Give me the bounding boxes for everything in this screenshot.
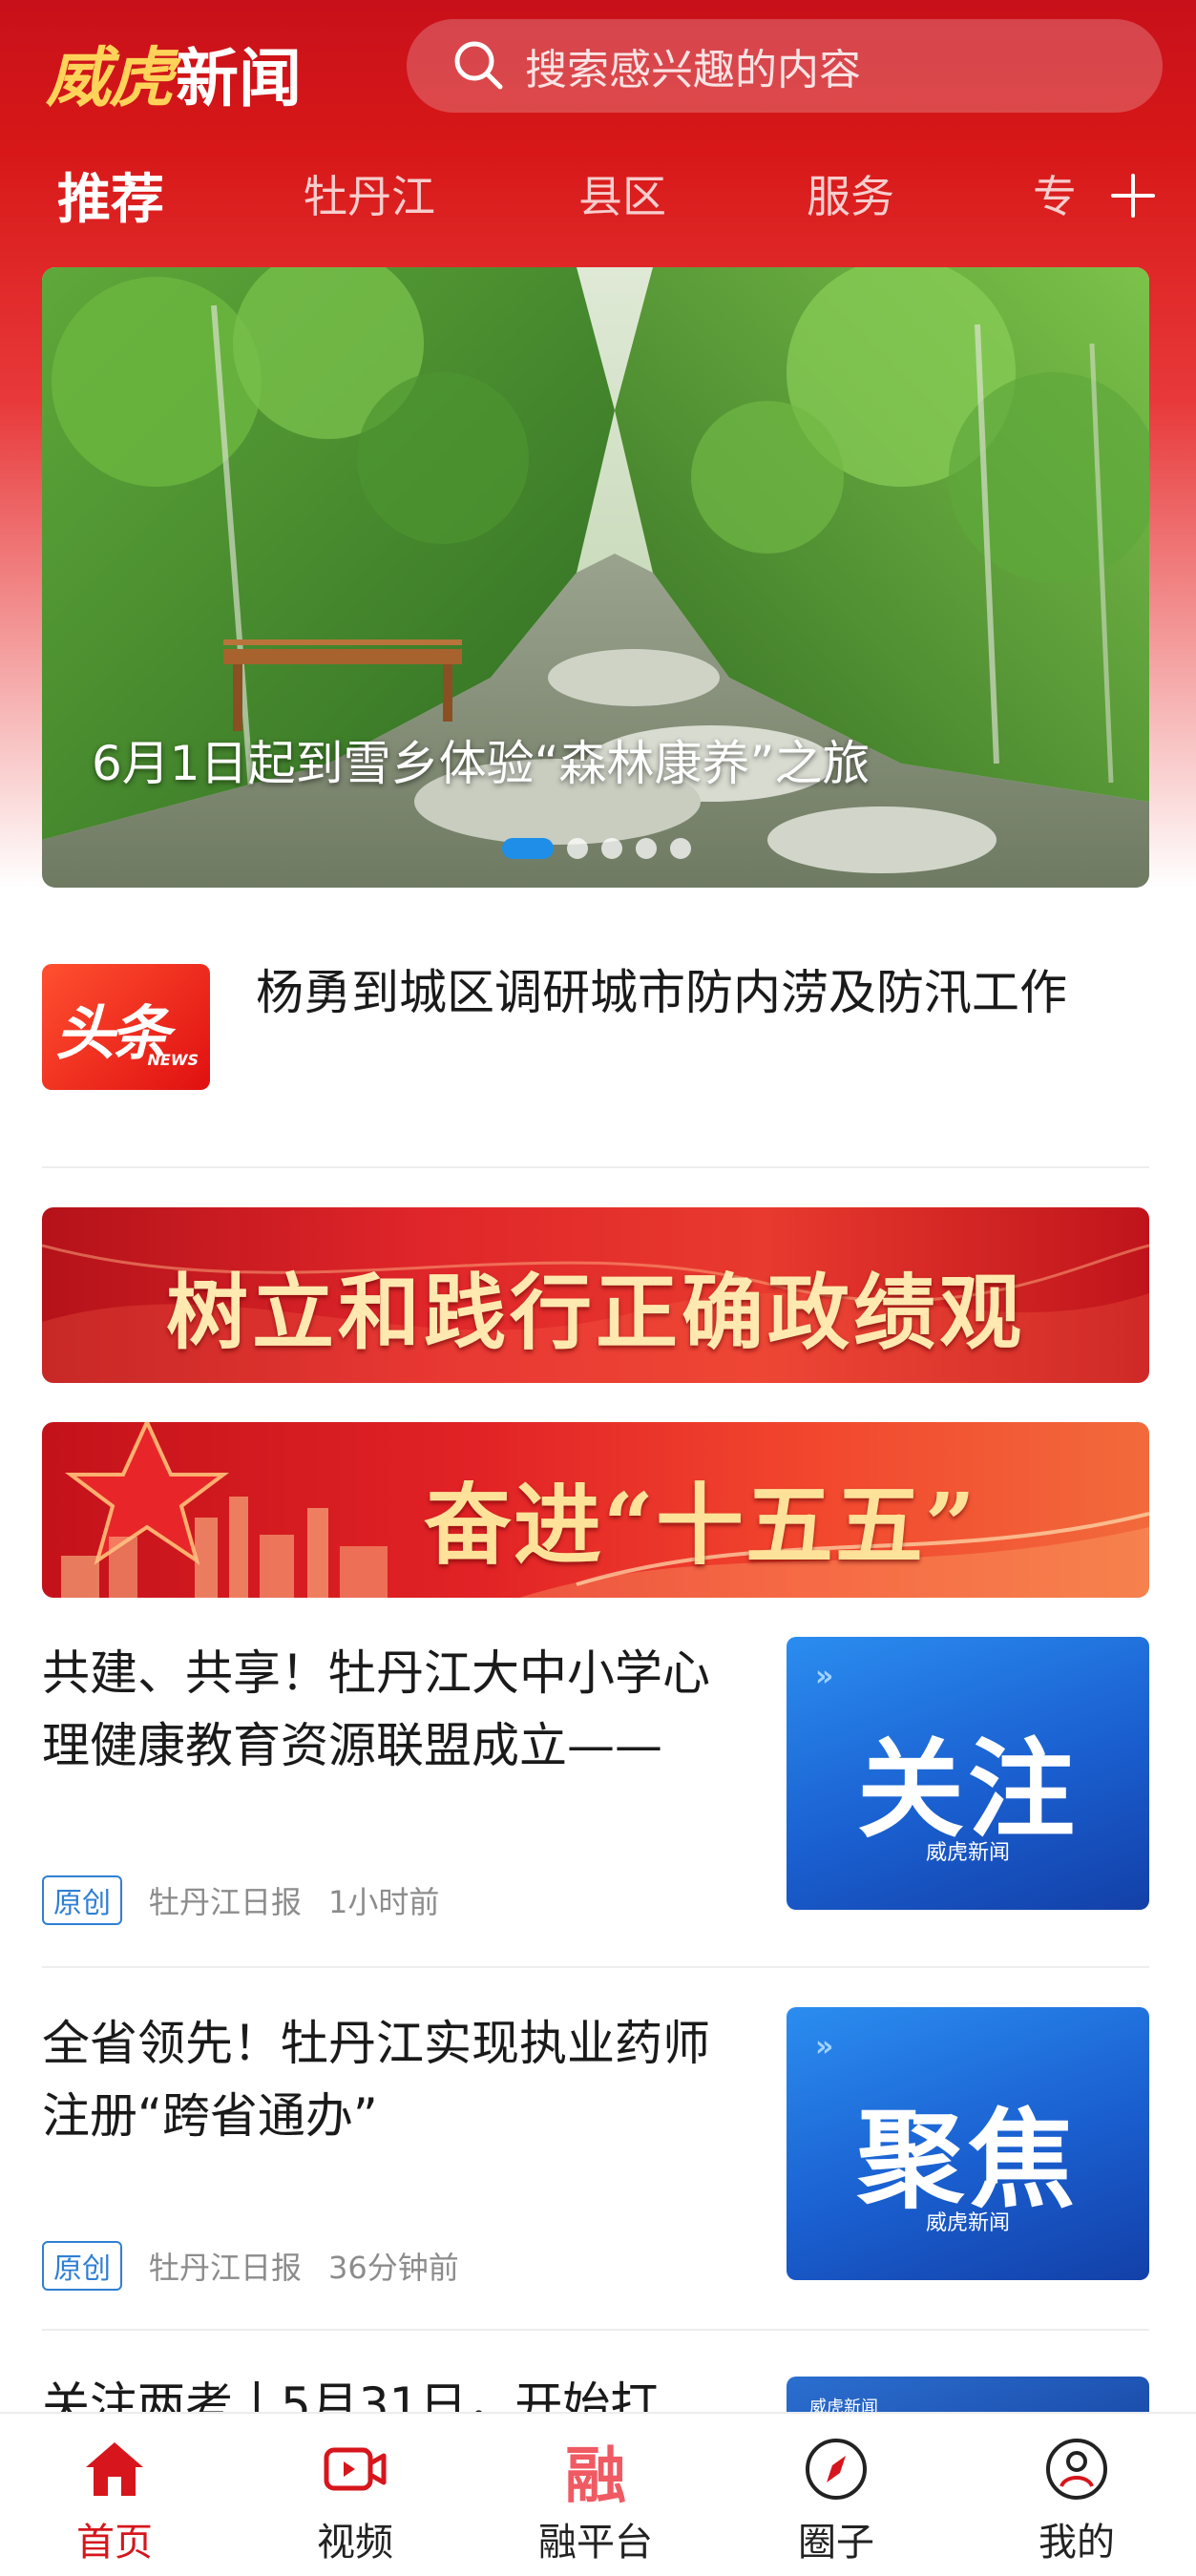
search-placeholder: 搜索感兴趣的内容 — [525, 46, 861, 94]
tab-recommend[interactable]: 推荐 — [57, 157, 164, 234]
news-source: 牡丹江日报 — [149, 2250, 303, 2286]
tab-special[interactable]: 专 — [1033, 162, 1077, 225]
headline-title: 杨勇到城区调研城市防内涝及防汛工作 — [256, 965, 1067, 1020]
banner2-text: 奋进“十五五” — [424, 1474, 977, 1577]
home-icon — [86, 2442, 143, 2496]
carousel-dot[interactable] — [636, 838, 657, 859]
thumbnail-brand: 威虎新闻 — [925, 2211, 1010, 2235]
nav-home-label: 首页 — [76, 2521, 153, 2565]
app-logo: 威虎 新闻 — [46, 25, 302, 116]
nav-profile[interactable]: 我的 — [981, 2414, 1172, 2576]
news-title: 共建、共享！牡丹江大中小学心理健康教育资源联盟成立—— — [42, 1645, 710, 1773]
profile-icon — [1046, 2439, 1107, 2500]
news-time: 1小时前 — [328, 1884, 440, 1920]
news-thumbnail: » 关注 威虎新闻 — [787, 1637, 1149, 1910]
carousel-dot-active[interactable] — [502, 838, 554, 859]
hero-forest-image — [42, 267, 1149, 888]
compass-icon — [806, 2439, 867, 2500]
news-thumbnail: » 聚焦 威虎新闻 — [787, 2007, 1149, 2280]
nav-rong-platform[interactable]: 融 融平台 — [500, 2414, 691, 2576]
hero-carousel[interactable]: 6月1日起到雪乡体验“森林康养”之旅 — [42, 267, 1149, 888]
divider — [42, 1966, 1149, 1968]
headline-logo-sub: NEWS — [147, 1051, 199, 1069]
nav-video[interactable]: 视频 — [260, 2414, 451, 2576]
banner1-text: 树立和践行正确政绩观 — [166, 1265, 1025, 1361]
carousel-indicator — [502, 838, 691, 859]
divider — [42, 1166, 1149, 1168]
news-item[interactable]: 共建、共享！牡丹江大中小学心理健康教育资源联盟成立—— 原创 牡丹江日报 1小时… — [42, 1637, 1149, 1961]
tab-county[interactable]: 县区 — [578, 162, 666, 225]
carousel-dot[interactable] — [567, 838, 588, 859]
rong-icon: 融 — [565, 2441, 626, 2512]
nav-rong-label: 融平台 — [538, 2521, 653, 2565]
nav-home[interactable]: 首页 — [19, 2414, 210, 2576]
carousel-dot[interactable] — [670, 838, 691, 859]
news-source: 牡丹江日报 — [149, 1884, 303, 1920]
chevrons-icon: » — [815, 1660, 834, 1693]
logo-part1: 威虎 — [46, 40, 174, 116]
nav-circle[interactable]: 圈子 — [741, 2414, 932, 2576]
divider — [42, 2329, 1149, 2331]
nav-video-label: 视频 — [317, 2521, 393, 2565]
video-icon — [324, 2447, 387, 2491]
news-meta: 原创 牡丹江日报 36分钟前 — [42, 2241, 459, 2291]
banner-political-achievement[interactable]: 树立和践行正确政绩观 — [42, 1207, 1149, 1383]
tab-mudanjiang[interactable]: 牡丹江 — [304, 162, 435, 225]
nav-circle-label: 圈子 — [798, 2521, 874, 2565]
news-meta: 原创 牡丹江日报 1小时前 — [42, 1875, 439, 1925]
banner-15th-five-year[interactable]: 奋进“十五五” — [42, 1422, 1149, 1598]
news-time: 36分钟前 — [328, 2250, 459, 2286]
news-item[interactable]: 全省领先！牡丹江实现执业药师注册“跨省通办” 原创 牡丹江日报 36分钟前 » … — [42, 2007, 1149, 2332]
channel-tabs: 推荐 牡丹江 县区 服务 专 — [0, 162, 1196, 239]
nav-profile-label: 我的 — [1039, 2521, 1115, 2565]
carousel-dot[interactable] — [601, 838, 622, 859]
add-channel-icon[interactable] — [1109, 172, 1157, 220]
thumbnail-brand: 威虎新闻 — [925, 1841, 1010, 1865]
logo-part2: 新闻 — [176, 41, 303, 115]
headline-item[interactable]: 头条 NEWS 杨勇到城区调研城市防内涝及防汛工作 — [42, 935, 1149, 1155]
news-title: 全省领先！牡丹江实现执业药师注册“跨省通办” — [42, 2016, 710, 2144]
top-bar: 威虎 新闻 搜索感兴趣的内容 — [0, 0, 1196, 134]
headline-logo: 头条 NEWS — [42, 964, 210, 1090]
hero-caption: 6月1日起到雪乡体验“森林康养”之旅 — [92, 736, 871, 791]
bottom-navigation: 首页 视频 融 融平台 圈子 我的 — [0, 2412, 1196, 2576]
chevrons-icon: » — [815, 2030, 834, 2063]
search-icon — [454, 41, 503, 90]
original-badge: 原创 — [42, 1875, 122, 1925]
tab-service[interactable]: 服务 — [807, 162, 894, 225]
search-bar[interactable]: 搜索感兴趣的内容 — [407, 19, 1163, 113]
original-badge: 原创 — [42, 2241, 122, 2291]
